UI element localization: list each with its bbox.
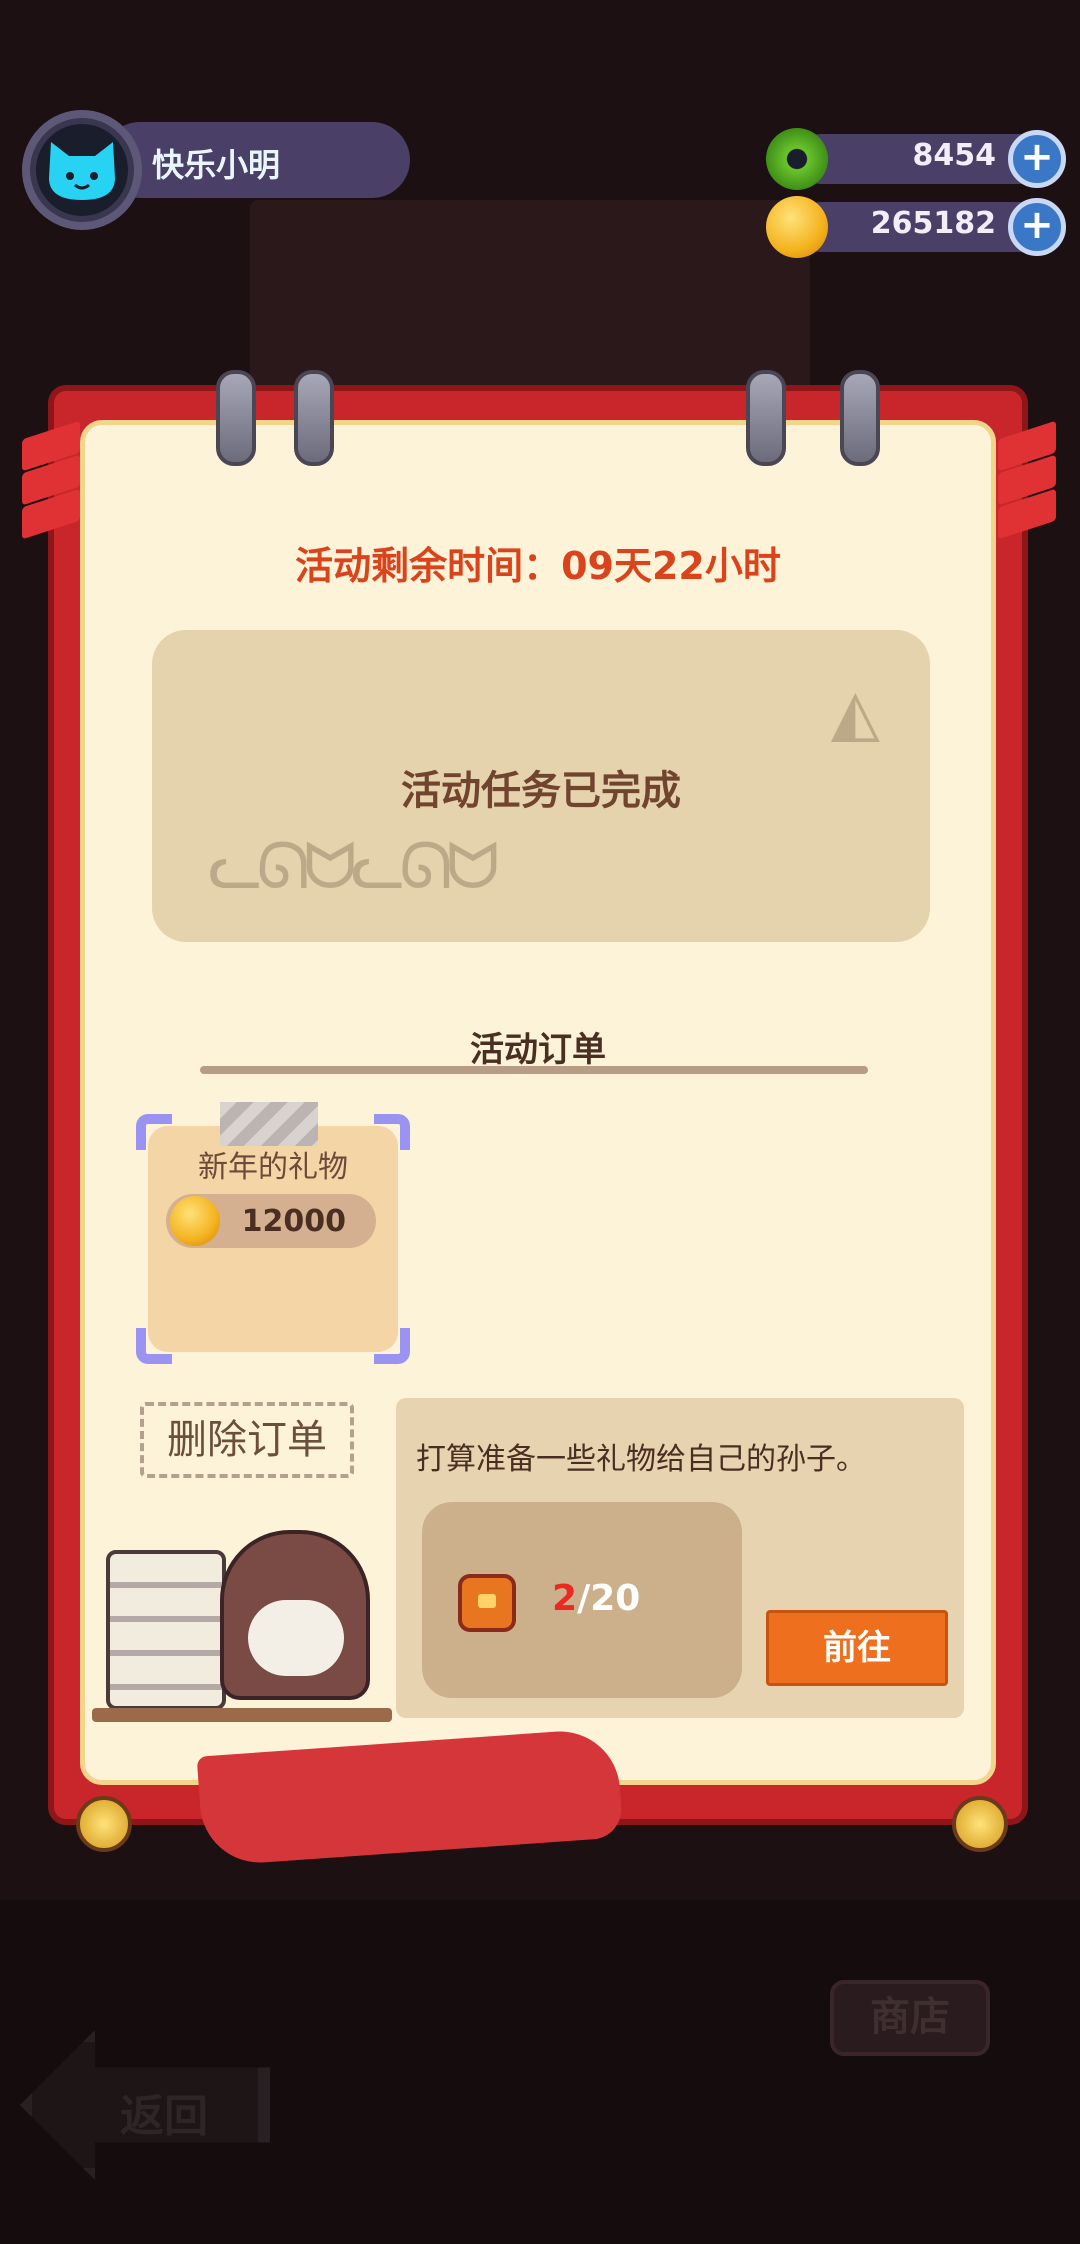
goto-button[interactable]: 前往: [766, 1610, 948, 1686]
player-name: 快乐小明: [152, 146, 281, 184]
gold-coin-icon: [766, 196, 828, 258]
order-detail-card: 打算准备一些礼物给自己的孙子。 2/20 前往: [396, 1398, 964, 1718]
order-progress: 2/20: [422, 1502, 742, 1698]
progress-text: 2/20: [552, 1578, 640, 1619]
order-reward: 12000: [166, 1194, 376, 1248]
firecracker-right-icon: [998, 420, 1056, 560]
add-coin-button[interactable]: +: [1008, 198, 1066, 256]
binder-ring-icon: [746, 370, 786, 466]
gold-coin-icon: [170, 1196, 220, 1246]
currency-coin: 265182 +: [766, 196, 1066, 258]
back-label: 返回: [120, 2091, 208, 2142]
progress-current: 2: [552, 1578, 578, 1619]
book-stack: [106, 1550, 226, 1710]
raccoon-character: [220, 1530, 370, 1700]
green-donut-icon: [766, 128, 828, 190]
cat-face-icon: [49, 142, 115, 200]
shelf-board: [92, 1708, 392, 1722]
order-reward-value: 12000: [241, 1204, 346, 1239]
selection-corner: [374, 1328, 410, 1364]
firecracker-left-icon: [22, 420, 80, 560]
orders-section-title: 活动订单: [470, 1030, 606, 1070]
order-name: 新年的礼物: [198, 1150, 348, 1185]
currency-donut: 8454 +: [766, 128, 1066, 190]
cone-doodle-icon: ◭: [830, 676, 880, 750]
back-button[interactable]: 返回: [20, 2010, 270, 2180]
shop-label: 商店: [830, 1980, 990, 2056]
selection-corner: [136, 1328, 172, 1364]
coin-knot-icon: [76, 1796, 132, 1852]
delete-order-button[interactable]: 删除订单: [140, 1402, 354, 1478]
red-envelope-icon: [458, 1574, 516, 1632]
tasks-completed-text: 活动任务已完成: [401, 768, 681, 814]
background-building: [250, 200, 810, 400]
tasks-completed-card: ◭ 活动任务已完成 ᓚᘏᗢᓚᘏᗢ: [152, 630, 930, 942]
coin-count: 265182: [870, 206, 996, 241]
avatar-frame: [36, 124, 128, 216]
binder-ring-icon: [294, 370, 334, 466]
coin-knot-icon: [952, 1796, 1008, 1852]
binder-ring-icon: [840, 370, 880, 466]
add-donut-button[interactable]: +: [1008, 130, 1066, 188]
selection-corner: [374, 1114, 410, 1150]
shelf-illustration: [92, 1530, 392, 1722]
order-card[interactable]: 新年的礼物 12000: [136, 1102, 410, 1364]
divider: [200, 1066, 868, 1074]
player-profile[interactable]: 快乐小明: [22, 110, 410, 230]
tape-decoration: [220, 1102, 318, 1146]
selection-corner: [136, 1114, 172, 1150]
avatar[interactable]: [22, 110, 142, 230]
order-description: 打算准备一些礼物给自己的孙子。: [416, 1442, 866, 1477]
cats-doodle-icon: ᓚᘏᗢᓚᘏᗢ: [208, 830, 499, 904]
event-timer: 活动剩余时间：09天22小时: [295, 544, 781, 588]
shop-button[interactable]: 商店: [780, 1980, 1040, 2180]
raccoon-face: [248, 1600, 344, 1676]
donut-count: 8454: [912, 138, 997, 173]
progress-total: /20: [577, 1578, 641, 1619]
binder-ring-icon: [216, 370, 256, 466]
